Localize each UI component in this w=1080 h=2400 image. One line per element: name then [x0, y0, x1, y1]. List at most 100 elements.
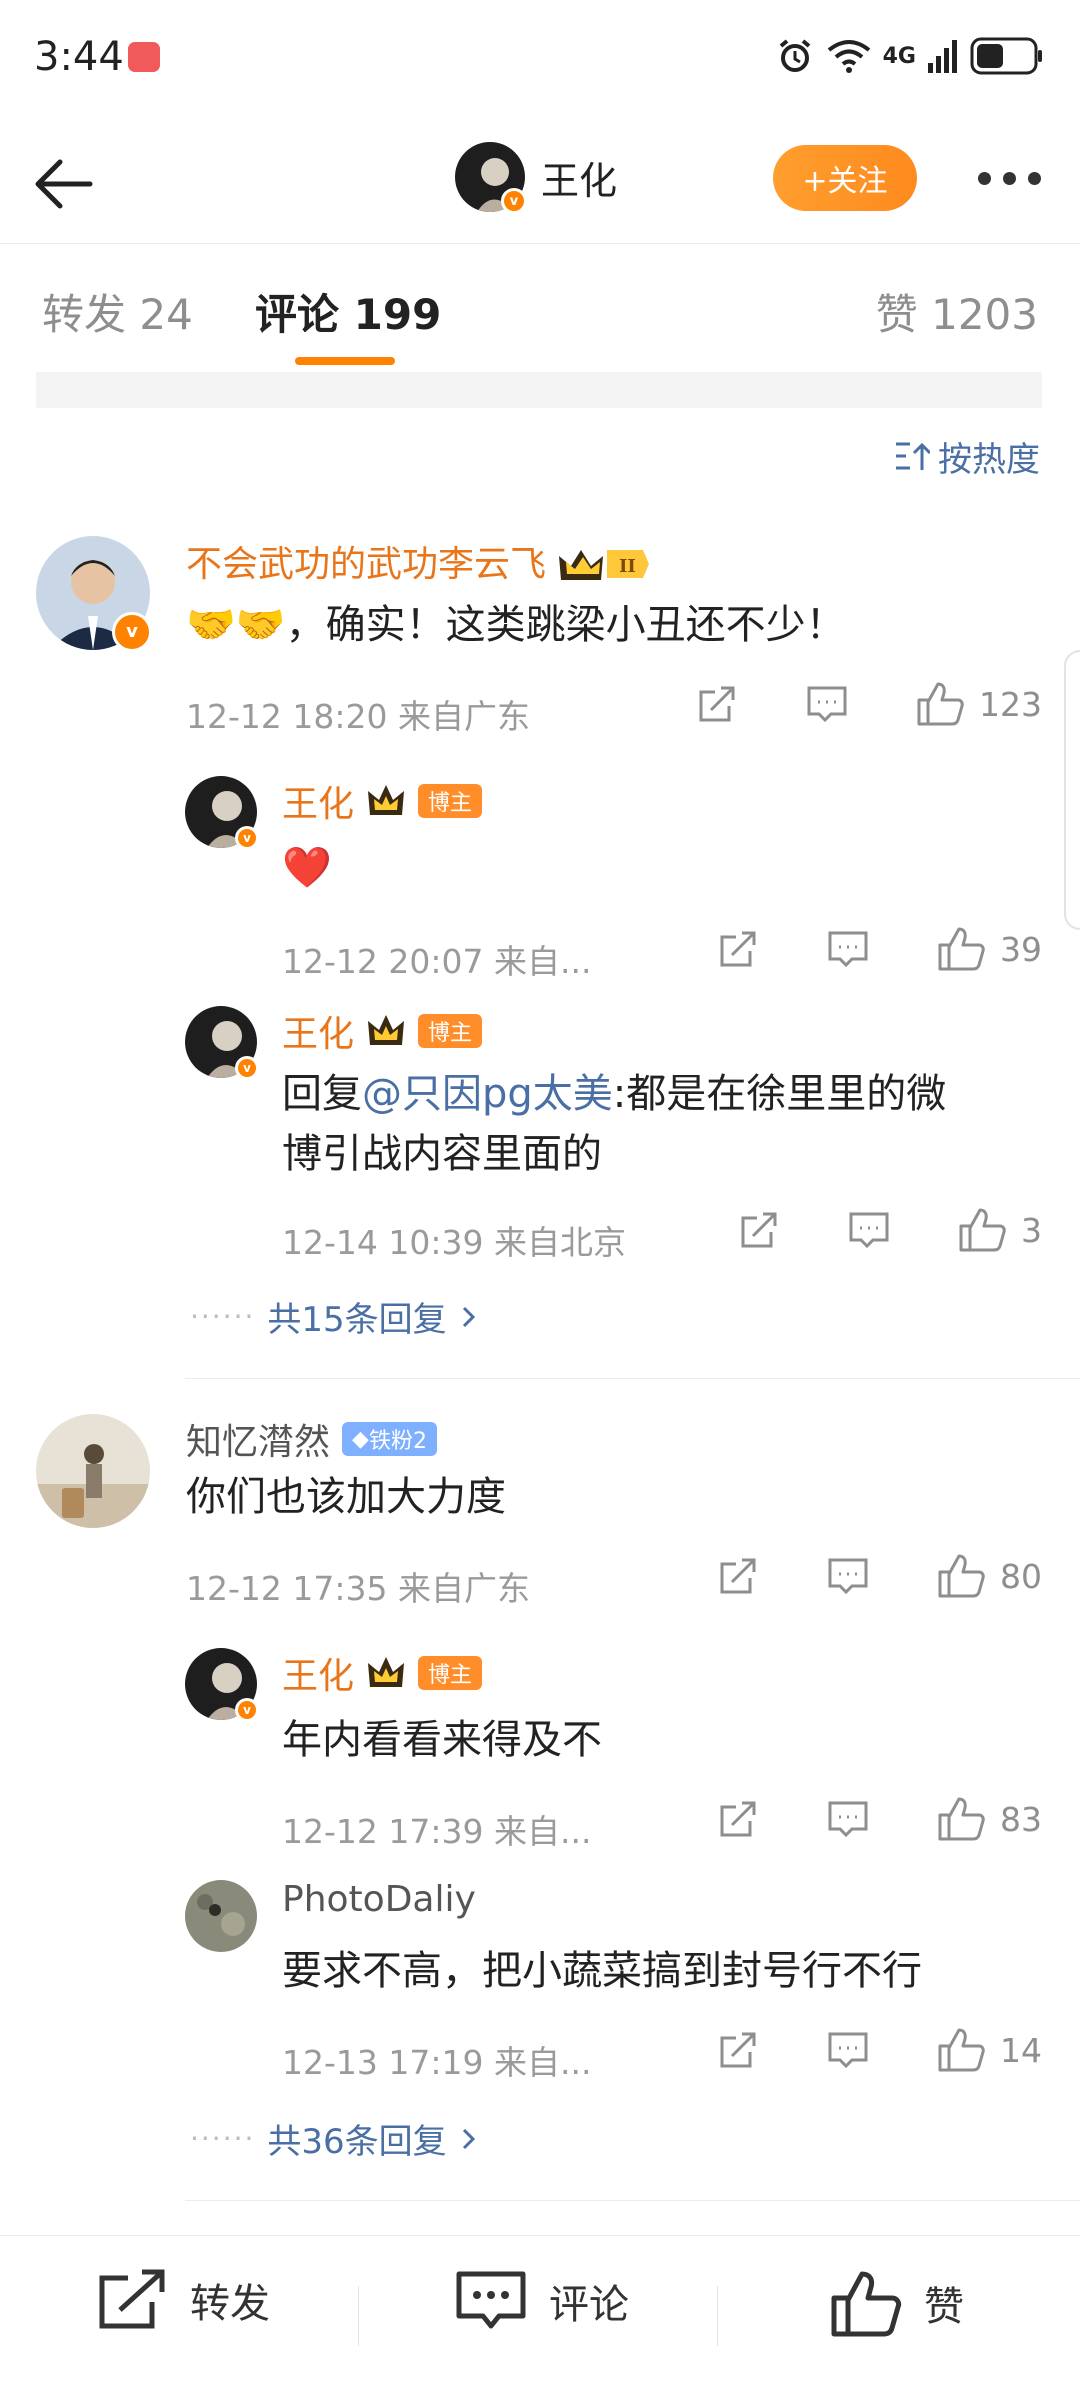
dots-divider: ······: [190, 1300, 256, 1333]
thumbs-up-icon: [938, 927, 985, 971]
reply-meta: 12-13 17:19 来自...: [282, 2043, 592, 2082]
thumbs-up-icon: [938, 1797, 985, 1841]
comment-divider: [185, 2200, 1080, 2201]
status-bar: 3:44 4G: [0, 0, 1080, 120]
separator: [358, 2286, 359, 2346]
system-icons: 4G: [775, 36, 1044, 76]
header-username: 王化: [541, 158, 618, 203]
thumbs-up-icon: [938, 2028, 985, 2072]
bottom-like-button[interactable]: 赞: [830, 2268, 964, 2338]
like-count: 3: [1021, 1210, 1042, 1250]
commenter-name[interactable]: 知忆潸然: [186, 1413, 330, 1465]
fan-level-label: 铁粉2: [368, 1429, 427, 1454]
comment-icon[interactable]: [805, 682, 849, 726]
repost-icon[interactable]: [716, 927, 760, 971]
reply-text: 回复@只因pg太美:都是在徐里里的微 博引战内容里面的: [282, 1064, 946, 1184]
bottom-repost-label: 转发: [190, 2281, 270, 2327]
comment-icon[interactable]: [826, 2028, 870, 2072]
reply-text: 要求不高，把小蔬菜搞到封号行不行: [282, 1948, 922, 1994]
bottom-repost-button[interactable]: 转发: [96, 2268, 270, 2332]
repost-icon[interactable]: [695, 682, 739, 726]
comment-meta: 12-12 17:35 来自广东: [186, 1569, 530, 1608]
sort-by-hot-button[interactable]: 按热度: [894, 432, 1040, 481]
like-button[interactable]: 39: [936, 925, 1042, 973]
more-replies-label: 共36条回复: [267, 2122, 447, 2162]
header-user[interactable]: v 王化: [455, 142, 618, 214]
repost-icon: [99, 2269, 165, 2329]
mention-link[interactable]: @只因pg太美: [362, 1071, 613, 1117]
bottom-comment-label: 评论: [549, 2282, 629, 2328]
repost-icon[interactable]: [716, 1797, 760, 1841]
replier-name[interactable]: 王化: [282, 775, 354, 827]
commenter-avatar[interactable]: [36, 1414, 150, 1528]
more-options-icon[interactable]: [978, 172, 1041, 185]
thumbs-up-icon: [831, 2271, 902, 2337]
crown-icon: [368, 1657, 405, 1687]
reply-meta: 12-14 10:39 来自北京: [282, 1223, 626, 1262]
commenter-name[interactable]: 不会武功的武功李云飞: [186, 544, 546, 585]
tab-comments[interactable]: 评论 199: [255, 281, 441, 342]
tab-likes[interactable]: 赞 1203: [876, 281, 1038, 342]
alarm-icon: [779, 39, 810, 72]
comment-actions: 80: [716, 1552, 1042, 1600]
comment-icon[interactable]: [847, 1208, 891, 1252]
crown-level-icon: II: [559, 550, 650, 580]
tab-repost[interactable]: 转发 24: [42, 281, 193, 342]
comment-icon: [456, 2271, 526, 2329]
reply-body: :都是在徐里里的微: [612, 1071, 947, 1117]
like-button[interactable]: 83: [936, 1795, 1042, 1843]
replier-name[interactable]: PhotoDaliy: [282, 1879, 476, 1920]
top-nav: v 王化 +关注: [0, 120, 1080, 244]
like-count: 123: [979, 684, 1042, 724]
host-tag: 博主: [418, 1014, 483, 1048]
replier-avatar[interactable]: v: [185, 1648, 259, 1722]
replier-avatar[interactable]: v: [185, 776, 259, 850]
thumbs-up-icon: [938, 1554, 985, 1598]
like-button[interactable]: 80: [936, 1552, 1042, 1600]
dots-divider: ······: [190, 2122, 256, 2155]
replier-name-row: 王化 博主: [282, 775, 483, 827]
reply-body-line2: 博引战内容里面的: [282, 1131, 602, 1177]
fan-level-tag: ◆ 铁粉2: [342, 1422, 437, 1456]
wifi-icon: [827, 40, 870, 73]
crown-icon: [368, 1015, 405, 1045]
follow-button[interactable]: +关注: [773, 145, 917, 211]
view-more-replies-link[interactable]: ······ 共15条回复: [190, 1292, 479, 1341]
comment-icon[interactable]: [826, 1554, 870, 1598]
replier-avatar[interactable]: v: [185, 1006, 259, 1080]
bottom-action-bar: 转发 评论 赞: [0, 2235, 1080, 2400]
like-button[interactable]: 123: [915, 680, 1042, 728]
signal-icon: [928, 40, 957, 73]
verified-badge-icon: v: [235, 1698, 259, 1722]
back-arrow-icon[interactable]: [30, 148, 100, 218]
tab-bar: 转发 24 评论 199 赞 1203: [0, 245, 1080, 365]
view-more-replies-link[interactable]: ······ 共36条回复: [190, 2114, 479, 2163]
bottom-like-label: 赞: [924, 2284, 964, 2330]
replier-name[interactable]: 王化: [282, 1005, 354, 1057]
verified-badge-icon: v: [235, 1056, 259, 1080]
scroll-handle[interactable]: [1064, 650, 1080, 930]
repost-icon[interactable]: [716, 1554, 760, 1598]
comment-icon[interactable]: [826, 1797, 870, 1841]
sort-icon: [896, 442, 930, 470]
replier-name[interactable]: 王化: [282, 1647, 354, 1699]
repost-icon[interactable]: [716, 2028, 760, 2072]
replier-avatar[interactable]: [185, 1880, 257, 1952]
like-button[interactable]: 3: [957, 1206, 1042, 1254]
bottom-comment-button[interactable]: 评论: [455, 2268, 629, 2334]
comment-icon[interactable]: [826, 927, 870, 971]
thumbs-up-icon: [917, 682, 964, 726]
verified-badge-icon: v: [501, 188, 527, 214]
like-count: 80: [1000, 1556, 1042, 1596]
like-button[interactable]: 14: [936, 2026, 1042, 2074]
commenter-avatar[interactable]: v: [36, 536, 152, 652]
network-type: 4G: [882, 43, 916, 69]
reply-actions: 3: [737, 1206, 1042, 1254]
header-avatar[interactable]: v: [455, 142, 527, 214]
repost-icon[interactable]: [737, 1208, 781, 1252]
like-count: 83: [1000, 1799, 1042, 1839]
thumbs-up-icon: [959, 1208, 1006, 1252]
host-tag: 博主: [418, 784, 483, 818]
active-tab-indicator: [295, 357, 395, 365]
comment-text: 🤝🤝，确实！这类跳梁小丑还不少！: [186, 602, 846, 648]
